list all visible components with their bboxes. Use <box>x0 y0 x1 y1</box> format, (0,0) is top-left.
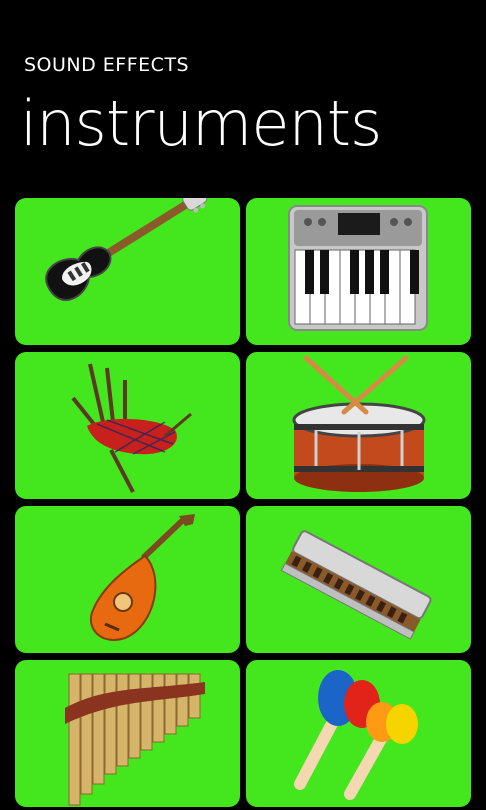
tile-pan-flute[interactable]: pan-flute-icon <box>15 660 240 807</box>
tile-bagpipes[interactable]: bagpipes-icon <box>15 352 240 499</box>
synthesizer-keyboard-icon <box>288 205 428 331</box>
bagpipes-icon <box>71 363 192 493</box>
tile-electric-guitar[interactable]: electric-guitar-icon <box>15 198 240 345</box>
tile-synthesizer-keyboard[interactable]: synthesizer-keyboard-icon <box>246 198 471 345</box>
drum-icon <box>292 355 426 492</box>
pan-flute-icon <box>65 673 205 806</box>
maracas-icon <box>294 670 418 800</box>
app-title: SOUND EFFECTS <box>24 54 190 76</box>
tile-harmonica[interactable]: harmonica-icon <box>246 506 471 653</box>
tile-maracas[interactable]: maracas-icon <box>246 660 471 807</box>
lute-icon <box>90 514 195 641</box>
page-title: instruments <box>20 87 382 160</box>
harmonica-icon <box>280 530 432 640</box>
tile-lute[interactable]: lute-icon <box>15 506 240 653</box>
electric-guitar-icon <box>45 198 208 301</box>
tile-drum[interactable]: drum-icon <box>246 352 471 499</box>
